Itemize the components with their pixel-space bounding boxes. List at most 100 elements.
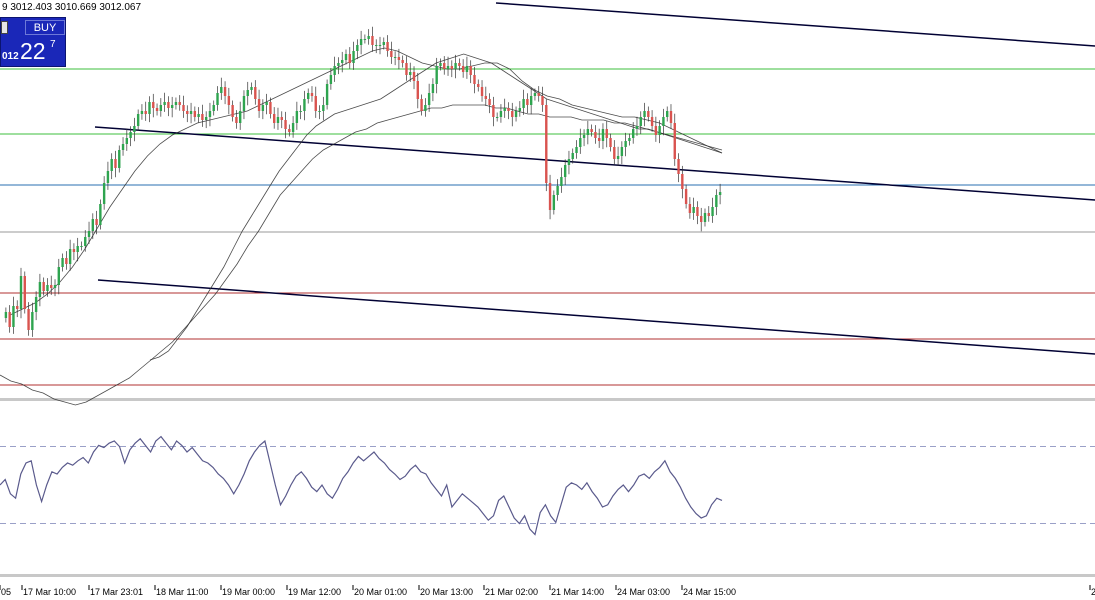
bull-candle: [261, 105, 265, 111]
bull-candle: [575, 147, 578, 153]
bull-candle: [53, 285, 57, 288]
time-axis-tick-label: 18 Mar 11:00: [156, 587, 208, 597]
bear-candle: [480, 87, 484, 96]
bear-candle: [443, 63, 446, 69]
bull-candle: [514, 111, 518, 117]
bull-candle: [409, 72, 412, 75]
bull-candle: [129, 132, 132, 138]
time-axis-separator: [0, 574, 1095, 577]
bull-candle: [136, 114, 140, 126]
bear-candle: [609, 138, 612, 147]
bull-candle: [61, 258, 64, 267]
time-axis-tick-label: 21 Mar 14:00: [551, 587, 604, 597]
bear-candle: [386, 42, 389, 51]
bull-candle: [110, 159, 113, 171]
bear-candle: [178, 102, 181, 105]
bull-candle: [601, 129, 605, 141]
bear-candle: [114, 159, 117, 168]
bear-candle: [152, 102, 155, 108]
bull-candle: [427, 93, 431, 105]
bull-candle: [393, 57, 397, 58]
bull-candle: [658, 126, 661, 135]
bear-candle: [613, 147, 616, 159]
bull-candle: [295, 111, 299, 123]
moving-average-line: [149, 53, 723, 361]
bull-candle: [238, 111, 242, 123]
bull-candle: [174, 102, 178, 105]
bear-candle: [477, 84, 480, 87]
bear-candle: [155, 108, 159, 111]
time-axis-tick-label: 05: [1, 587, 11, 597]
bear-candle: [254, 87, 257, 99]
bull-candle: [454, 63, 457, 69]
bull-candle: [140, 111, 144, 114]
bull-candle: [318, 111, 321, 112]
bear-candle: [269, 102, 272, 114]
bull-candle: [624, 141, 627, 147]
bear-candle: [65, 258, 68, 264]
bear-candle: [511, 111, 514, 117]
bear-candle: [397, 57, 401, 60]
bull-candle: [31, 312, 34, 330]
bull-candle: [692, 207, 695, 213]
bear-candle: [231, 105, 234, 117]
bear-candle: [257, 99, 261, 111]
bear-candle: [310, 93, 314, 96]
bear-candle: [469, 66, 472, 75]
bull-candle: [307, 93, 310, 99]
bull-candle: [291, 123, 295, 132]
time-axis-tick-label: 19 Mar 12:00: [288, 587, 341, 597]
bull-candle: [529, 96, 533, 105]
bull-candle: [197, 114, 200, 117]
bull-candle: [522, 99, 525, 108]
bear-candle: [144, 111, 147, 114]
bull-candle: [552, 195, 556, 210]
bull-candle: [159, 105, 163, 111]
time-axis-tick-label: 21 Mar 02:00: [485, 587, 538, 597]
bull-candle: [246, 90, 249, 96]
bull-candle: [378, 45, 382, 46]
bear-candle: [348, 54, 351, 63]
bear-candle: [95, 219, 98, 225]
bull-candle: [533, 93, 537, 96]
bull-candle: [424, 105, 427, 111]
bull-candle: [635, 126, 639, 129]
bull-candle: [567, 159, 571, 165]
bull-candle: [639, 117, 642, 126]
trading-chart[interactable]: 05 17 Mar 10:00 17 Mar 23:01 18 Mar 11:00 19…: [0, 0, 1095, 600]
bear-candle: [314, 96, 317, 111]
bear-candle: [186, 111, 189, 114]
bull-candle: [367, 36, 370, 39]
bull-candle: [212, 105, 215, 111]
bear-candle: [458, 63, 461, 66]
bear-candle: [526, 99, 529, 105]
trendline-upper: [495, 2, 1095, 47]
bear-candle: [700, 216, 703, 222]
bear-candle: [405, 63, 408, 75]
bull-candle: [344, 54, 348, 60]
bear-candle: [673, 123, 676, 159]
bear-candle: [707, 213, 710, 216]
bull-candle: [333, 66, 336, 75]
bull-candle: [495, 117, 499, 118]
bull-candle: [99, 204, 102, 225]
bear-candle: [548, 183, 552, 210]
bear-candle: [235, 117, 238, 123]
bear-candle: [590, 129, 593, 132]
time-axis-tick-label: 19 Mar 00:00: [222, 587, 275, 597]
bull-candle: [46, 285, 49, 291]
bull-candle: [204, 117, 208, 120]
time-axis-tick-label: 17 Mar 23:01: [90, 587, 143, 597]
bull-candle: [87, 231, 91, 237]
bull-candle: [439, 63, 442, 66]
bull-candle: [628, 138, 631, 141]
bull-candle: [34, 297, 38, 312]
trendline-lower: [97, 279, 1095, 355]
bear-candle: [541, 96, 544, 105]
bull-candle: [341, 60, 344, 63]
indicator-line: [0, 435, 723, 536]
bear-candle: [605, 129, 608, 138]
bull-candle: [556, 186, 559, 195]
bear-candle: [461, 66, 465, 72]
bear-candle: [537, 93, 540, 96]
